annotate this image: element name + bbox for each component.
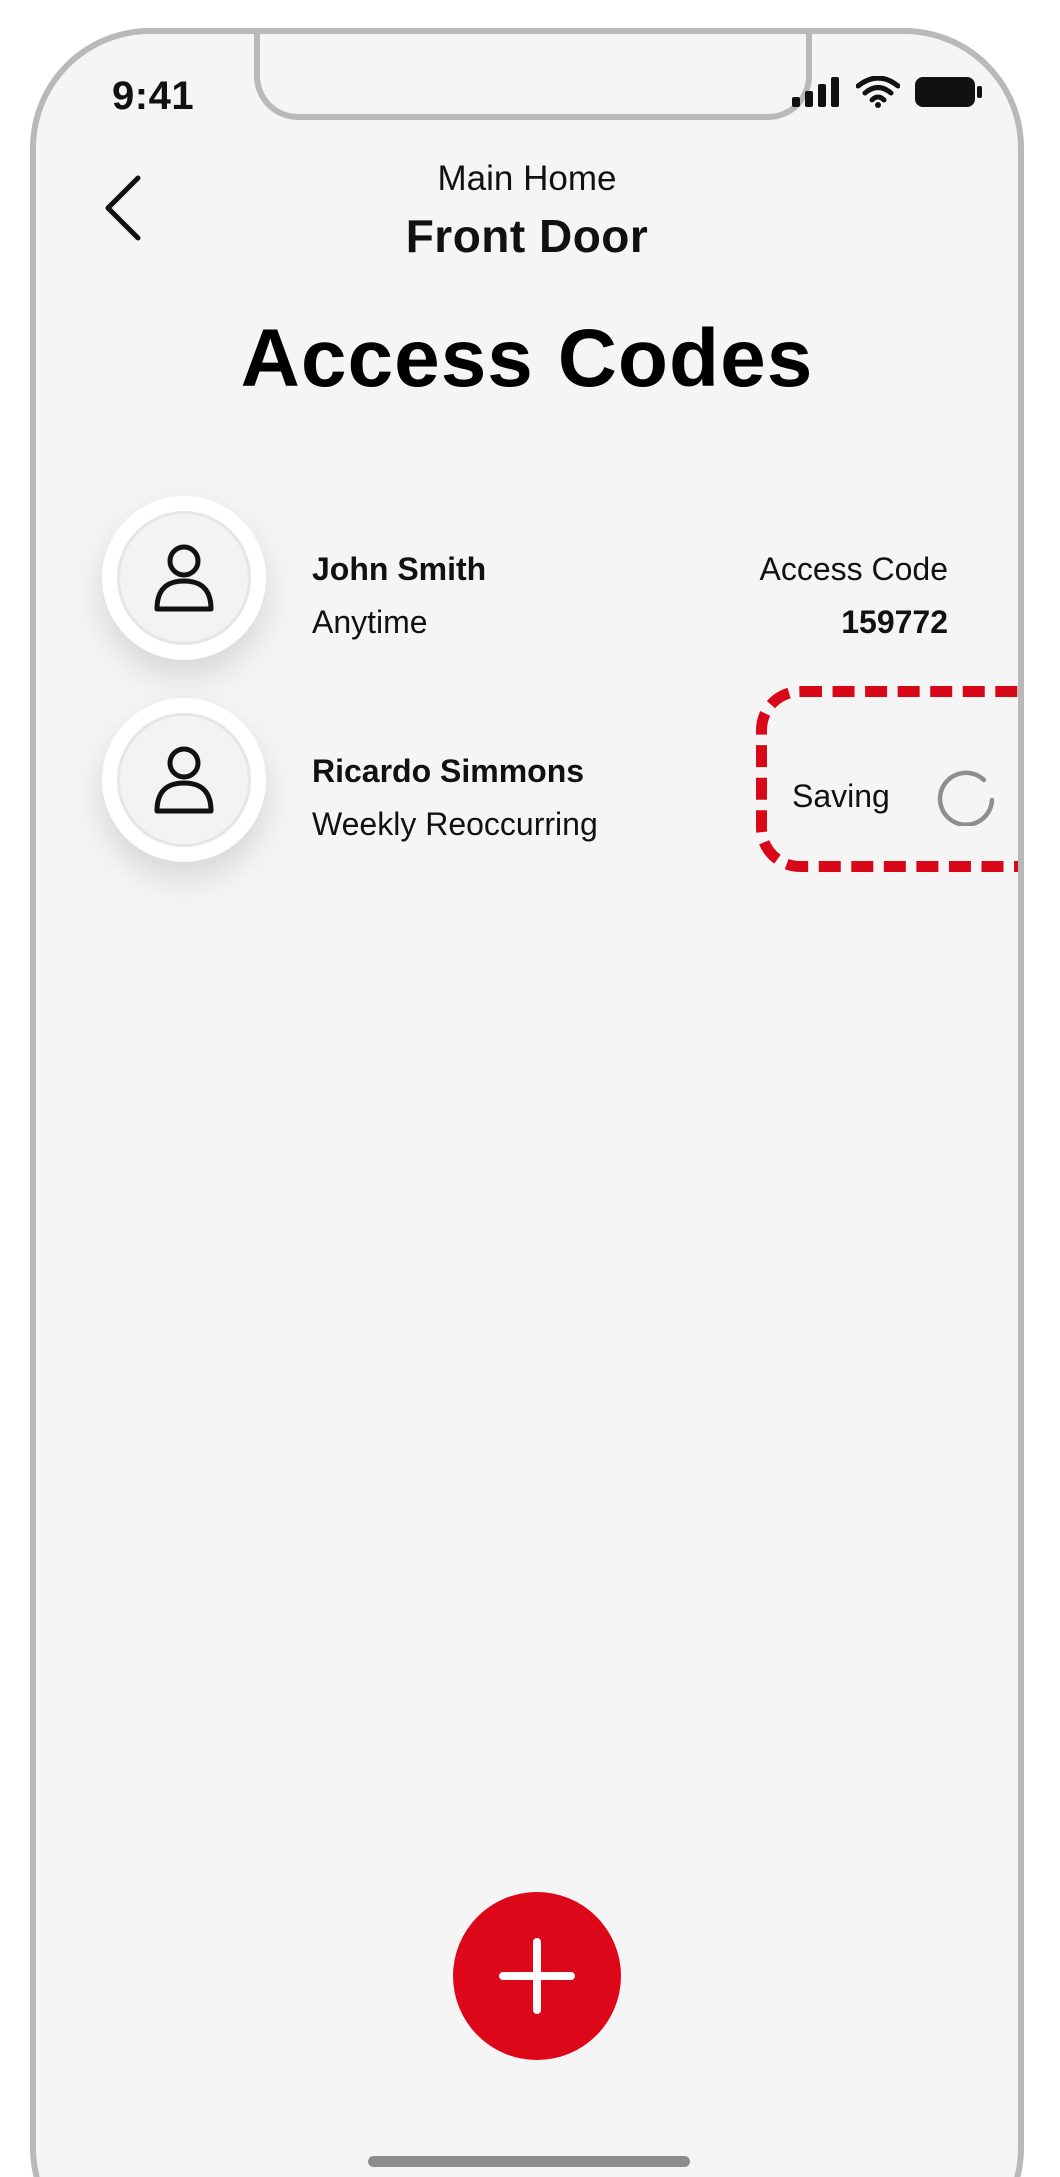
avatar bbox=[102, 698, 266, 862]
status-icons bbox=[792, 76, 984, 108]
location-label: Main Home bbox=[437, 159, 617, 198]
access-code-list: John Smith Anytime Access Code 159772 Ri… bbox=[92, 476, 1018, 880]
user-schedule: Weekly Reoccurring bbox=[312, 806, 598, 842]
access-code-value: 159772 bbox=[841, 604, 948, 640]
add-access-code-button[interactable] bbox=[453, 1892, 621, 2060]
access-code-label: Access Code bbox=[759, 551, 948, 587]
device-notch bbox=[254, 34, 812, 120]
wifi-icon bbox=[856, 76, 900, 108]
avatar bbox=[102, 496, 266, 660]
cellular-signal-icon bbox=[792, 77, 839, 107]
user-schedule: Anytime bbox=[312, 604, 428, 640]
user-icon bbox=[154, 544, 214, 612]
page-title: Access Codes bbox=[240, 313, 814, 404]
user-name: John Smith bbox=[312, 551, 487, 587]
home-indicator bbox=[368, 2156, 690, 2167]
loading-spinner-icon bbox=[937, 770, 995, 826]
saving-status: Saving bbox=[792, 778, 890, 814]
user-row[interactable]: John Smith Anytime Access Code 159772 bbox=[92, 476, 972, 678]
screen: 9:41 Main Home Front Door Access Codes J… bbox=[0, 0, 1060, 2177]
plus-icon bbox=[499, 1938, 575, 2014]
device-title: Front Door bbox=[405, 210, 649, 262]
status-time: 9:41 bbox=[112, 74, 195, 118]
phone-frame: 9:41 Main Home Front Door Access Codes J… bbox=[30, 28, 1024, 2177]
battery-icon bbox=[915, 77, 982, 107]
user-icon bbox=[154, 746, 214, 814]
user-name: Ricardo Simmons bbox=[312, 753, 585, 789]
